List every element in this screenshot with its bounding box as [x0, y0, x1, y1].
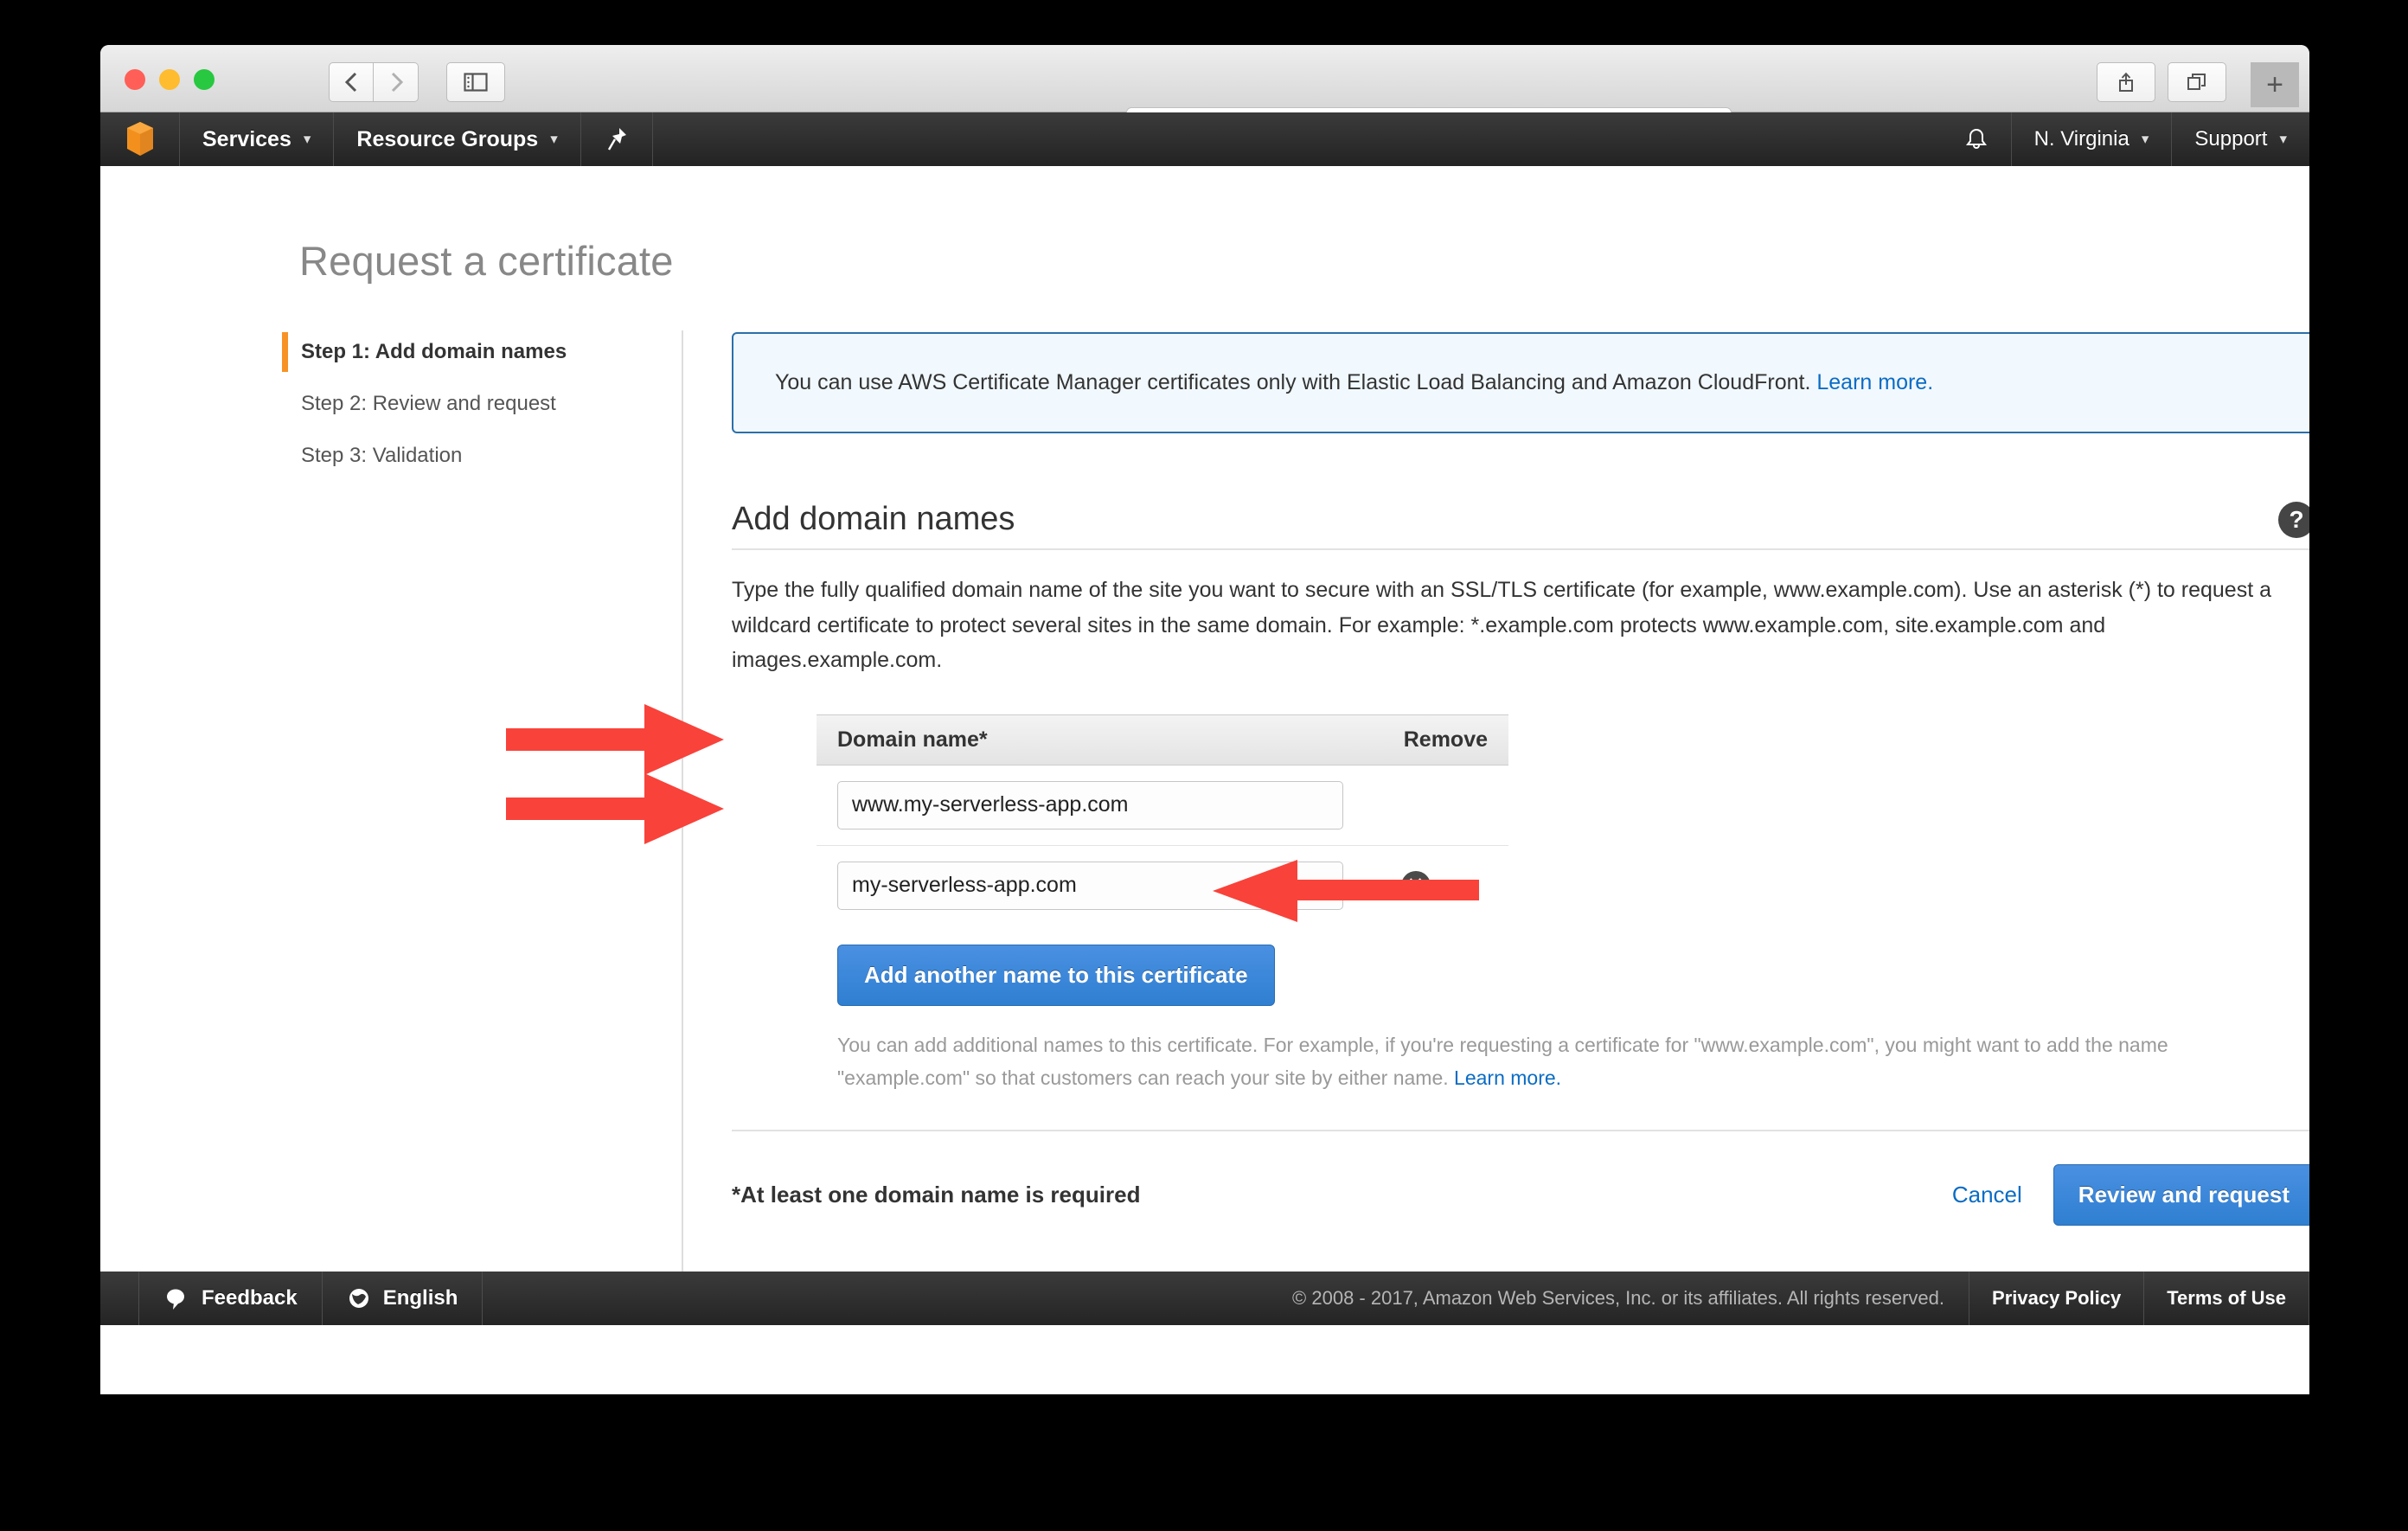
show-tabs-icon	[2186, 72, 2208, 93]
table-row	[817, 766, 1508, 846]
step-label: Step 3: Validation	[301, 444, 462, 467]
notifications-button[interactable]	[1942, 112, 2011, 166]
window-traffic-lights	[125, 69, 215, 90]
domain-name-input-1[interactable]	[837, 781, 1343, 830]
aws-logo[interactable]	[100, 112, 180, 166]
footer-copyright: © 2008 - 2017, Amazon Web Services, Inc.…	[1268, 1272, 1969, 1325]
nav-pin-button[interactable]	[581, 112, 653, 166]
footer-language-label: English	[383, 1286, 458, 1310]
page-title: Request a certificate	[299, 237, 674, 285]
steps-sidebar: Step 1: Add domain names Step 2: Review …	[282, 332, 680, 488]
nav-resource-groups-label: Resource Groups	[356, 127, 538, 152]
sidebar-toggle-button[interactable]	[446, 62, 505, 102]
step-3-validation[interactable]: Step 3: Validation	[282, 436, 680, 476]
table-header-row: Domain name* Remove	[817, 714, 1508, 766]
section-divider	[732, 548, 2309, 550]
bell-icon	[1964, 126, 1989, 152]
info-banner: You can use AWS Certificate Manager cert…	[732, 332, 2309, 433]
pin-icon	[605, 126, 628, 152]
footer-feedback-label: Feedback	[202, 1286, 298, 1310]
step-2-review-and-request[interactable]: Step 2: Review and request	[282, 384, 680, 424]
step-label: Step 2: Review and request	[301, 392, 556, 415]
aws-top-nav: Services ▾ Resource Groups ▾ N. Virginia…	[100, 112, 2309, 166]
new-tab-button[interactable]: +	[2251, 62, 2299, 107]
footer-language-button[interactable]: English	[323, 1272, 484, 1325]
annotation-arrow-to-domain-row-1	[506, 701, 731, 778]
add-another-name-button[interactable]: Add another name to this certificate	[837, 945, 1275, 1006]
cancel-button[interactable]: Cancel	[1952, 1182, 2022, 1208]
close-window-button[interactable]	[125, 69, 145, 90]
footer-terms-of-use-link[interactable]: Terms of Use	[2144, 1272, 2309, 1325]
sidebar-toggle-icon	[464, 72, 488, 93]
browser-window: console.aws.amazon.com	[100, 45, 2309, 1394]
globe-icon	[347, 1286, 371, 1310]
step-label: Step 1: Add domain names	[301, 340, 567, 363]
help-icon[interactable]: ?	[2278, 502, 2309, 538]
nav-services[interactable]: Services ▾	[180, 112, 334, 166]
section-header: Add domain names ?	[732, 501, 2309, 538]
nav-support-label: Support	[2194, 127, 2267, 151]
review-and-request-button[interactable]: Review and request	[2053, 1164, 2309, 1226]
share-icon	[2116, 71, 2136, 93]
chevron-left-icon	[343, 70, 359, 94]
panel-footer: *At least one domain name is required Ca…	[732, 1130, 2309, 1226]
footer-actions: Cancel Review and request	[1952, 1164, 2309, 1226]
speech-bubble-icon	[163, 1286, 189, 1310]
section-description: Type the fully qualified domain name of …	[732, 573, 2309, 678]
required-note: *At least one domain name is required	[732, 1182, 1140, 1208]
info-banner-text: You can use AWS Certificate Manager cert…	[775, 370, 1810, 394]
annotation-arrow-to-domain-row-2	[506, 770, 731, 848]
navigation-buttons	[329, 62, 419, 102]
browser-chrome: console.aws.amazon.com	[100, 45, 2309, 112]
aws-cube-logo	[125, 120, 155, 158]
step-1-add-domain-names[interactable]: Step 1: Add domain names	[282, 332, 680, 372]
minimize-window-button[interactable]	[159, 69, 180, 90]
footer-privacy-policy-link[interactable]: Privacy Policy	[1969, 1272, 2144, 1325]
chevron-down-icon: ▾	[2142, 131, 2149, 148]
chevron-down-icon: ▾	[2279, 131, 2287, 148]
back-button[interactable]	[329, 62, 374, 102]
aws-footer: Feedback English © 2008 - 2017, Amazon W…	[100, 1272, 2309, 1325]
chevron-right-icon	[388, 70, 404, 94]
column-header-domain-name: Domain name*	[837, 727, 988, 753]
show-tabs-button[interactable]	[2168, 62, 2226, 102]
add-another-help-text: You can add additional names to this cer…	[837, 1028, 2273, 1095]
nav-support[interactable]: Support ▾	[2171, 112, 2309, 166]
nav-region-label: N. Virginia	[2034, 127, 2129, 151]
main-panel: You can use AWS Certificate Manager cert…	[732, 332, 2309, 1226]
annotation-arrow-to-add-another-button	[1211, 856, 1479, 926]
maximize-window-button[interactable]	[194, 69, 215, 90]
share-button[interactable]	[2097, 62, 2155, 102]
footer-feedback-button[interactable]: Feedback	[138, 1272, 323, 1325]
nav-services-label: Services	[202, 127, 291, 152]
forward-button[interactable]	[374, 62, 419, 102]
aws-nav-right: N. Virginia ▾ Support ▾	[1942, 112, 2309, 166]
chevron-down-icon: ▾	[304, 131, 311, 148]
nav-region-selector[interactable]: N. Virginia ▾	[2011, 112, 2172, 166]
page-content: Request a certificate Step 1: Add domain…	[100, 166, 2309, 1325]
nav-resource-groups[interactable]: Resource Groups ▾	[334, 112, 580, 166]
section-heading: Add domain names	[732, 501, 1015, 538]
chevron-down-icon: ▾	[550, 131, 558, 148]
column-header-remove: Remove	[1404, 727, 1488, 753]
add-another-learn-more-link[interactable]: Learn more.	[1454, 1067, 1561, 1089]
info-banner-learn-more-link[interactable]: Learn more.	[1816, 370, 1933, 394]
chrome-right-buttons	[2097, 62, 2226, 102]
